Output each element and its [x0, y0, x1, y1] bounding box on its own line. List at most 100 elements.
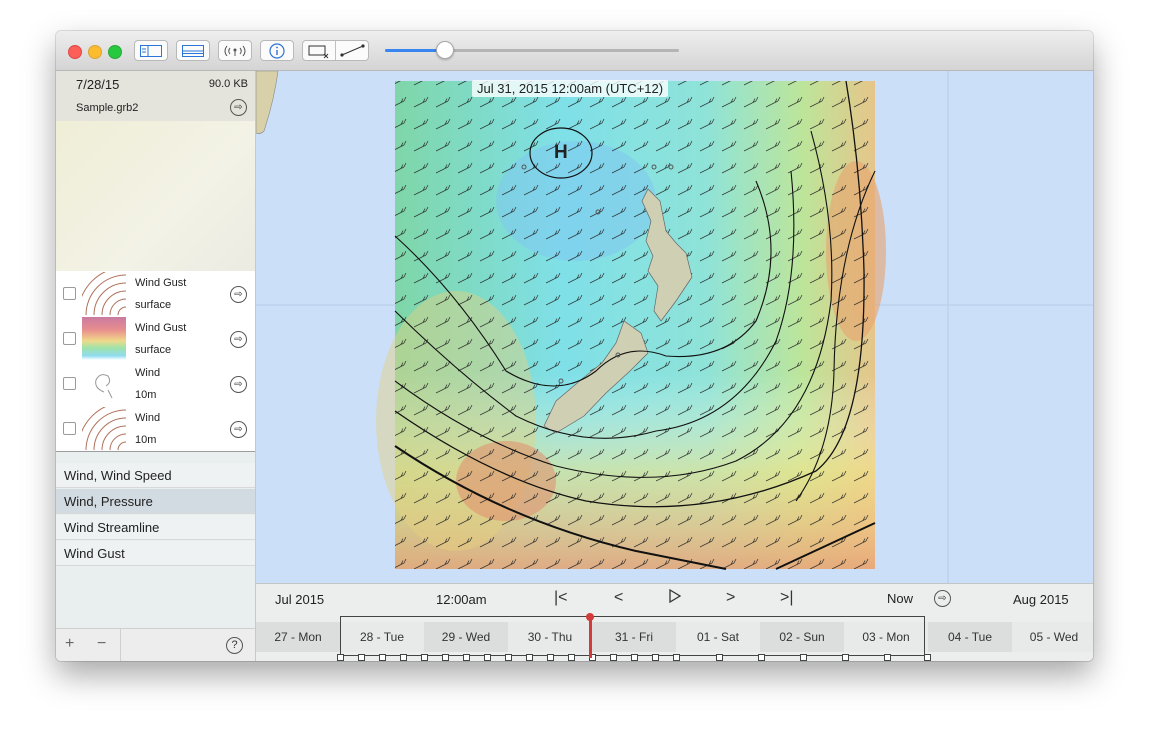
day-cell[interactable]: 04 - Tue [928, 622, 1012, 652]
step-forward-icon[interactable]: > [726, 589, 735, 607]
bottom-panel-toggle-button[interactable] [176, 40, 210, 61]
now-button[interactable]: Now [887, 591, 913, 606]
file-preview [56, 121, 255, 272]
toolbar [56, 31, 1093, 71]
footer-divider [120, 629, 121, 661]
layer-checkbox[interactable] [63, 377, 76, 390]
timestep-tick[interactable] [631, 654, 638, 661]
arrow-right-circle-icon[interactable]: ⇨ [230, 99, 247, 116]
step-back-icon[interactable]: < [614, 589, 623, 607]
day-cell[interactable]: 05 - Wed [1012, 622, 1093, 652]
timeline: Jul 2015 12:00am |< < > >| Now ⇨ Aug 201… [256, 583, 1093, 661]
layer-row[interactable]: Wind Gust surface ⇨ [56, 271, 255, 317]
layer-thumbnail [82, 362, 126, 405]
slider-knob[interactable] [435, 41, 454, 59]
close-window-button[interactable] [68, 45, 82, 59]
timestep-tick[interactable] [800, 654, 807, 661]
timestep-tick[interactable] [463, 654, 470, 661]
layer-name: Wind Gust [135, 322, 187, 334]
timestep-tick[interactable] [505, 654, 512, 661]
timestep-tick[interactable] [421, 654, 428, 661]
skip-to-end-icon[interactable]: >| [780, 589, 794, 607]
preset-item[interactable]: Wind Gust [56, 541, 255, 566]
month-left-label: Jul 2015 [275, 592, 325, 607]
timestep-tick[interactable] [526, 654, 533, 661]
slider-fill [385, 49, 444, 52]
timestep-tick[interactable] [568, 654, 575, 661]
layer-checkbox[interactable] [63, 332, 76, 345]
add-button[interactable]: + [65, 635, 74, 653]
help-button[interactable]: ? [226, 637, 243, 654]
preset-item[interactable]: Wind, Wind Speed [56, 463, 255, 488]
timestep-tick[interactable] [924, 654, 931, 661]
layer-level: 10m [135, 389, 157, 401]
opacity-slider[interactable] [385, 41, 679, 59]
file-date: 7/28/15 [76, 77, 120, 92]
file-header[interactable]: 7/28/15 90.0 KB Sample.grb2 ⇨ [56, 71, 255, 121]
skip-to-start-icon[interactable]: |< [554, 589, 568, 607]
preset-item[interactable]: Wind Streamline [56, 515, 255, 540]
now-arrow-icon[interactable]: ⇨ [934, 590, 951, 607]
region-select-icon [308, 45, 329, 59]
layer-level: 10m [135, 434, 157, 446]
timestep-tick[interactable] [758, 654, 765, 661]
zoom-window-button[interactable] [108, 45, 122, 59]
timestep-tick[interactable] [442, 654, 449, 661]
time-marker-handle[interactable] [586, 613, 594, 621]
layer-row[interactable]: Wind Gust surface ⇨ [56, 316, 255, 362]
bottom-panel-icon [182, 44, 204, 57]
layer-row[interactable]: Wind 10m ⇨ [56, 361, 255, 407]
minimize-window-button[interactable] [88, 45, 102, 59]
layer-level: surface [135, 344, 172, 356]
layer-row[interactable]: Wind 10m ⇨ [56, 406, 255, 452]
broadcast-icon [224, 45, 246, 56]
map-date-label: Jul 31, 2015 12:00am (UTC+12) [472, 80, 669, 97]
layer-thumbnail [82, 317, 126, 360]
layer-level: surface [135, 299, 172, 311]
route-line-button[interactable] [336, 41, 369, 60]
layer-thumbnail [82, 272, 126, 315]
drawing-tools-segmented [302, 40, 369, 61]
arrow-right-circle-icon[interactable]: ⇨ [230, 421, 247, 438]
timestep-tick[interactable] [842, 654, 849, 661]
app-window: 7/28/15 90.0 KB Sample.grb2 ⇨ Wind Gust s… [56, 31, 1093, 661]
info-button[interactable] [260, 40, 294, 61]
timestep-tick[interactable] [358, 654, 365, 661]
info-icon [269, 42, 285, 59]
timestep-tick[interactable] [547, 654, 554, 661]
timestep-tick[interactable] [652, 654, 659, 661]
arrow-right-circle-icon[interactable]: ⇨ [230, 376, 247, 393]
preset-item[interactable]: Wind, Pressure [56, 489, 255, 514]
layer-checkbox[interactable] [63, 287, 76, 300]
arrow-right-circle-icon[interactable]: ⇨ [230, 286, 247, 303]
month-right-label: Aug 2015 [1013, 592, 1069, 607]
divider [56, 451, 255, 452]
timestep-tick[interactable] [379, 654, 386, 661]
sidebar-toggle-button[interactable] [134, 40, 168, 61]
weather-map [256, 71, 1093, 583]
timestep-tick[interactable] [484, 654, 491, 661]
region-select-button[interactable] [302, 41, 336, 60]
layer-thumbnail [82, 407, 126, 450]
data-range-frame [340, 616, 925, 656]
arrow-right-circle-icon[interactable]: ⇨ [230, 331, 247, 348]
route-line-icon [340, 44, 365, 57]
layer-name: Wind [135, 367, 161, 379]
broadcast-button[interactable] [218, 40, 252, 61]
play-icon[interactable] [668, 588, 682, 609]
time-label: 12:00am [436, 592, 487, 607]
sidebar: 7/28/15 90.0 KB Sample.grb2 ⇨ Wind Gust s… [56, 71, 256, 661]
map-view[interactable]: H Jul 31, 2015 12:00am (UTC+12) [256, 71, 1093, 583]
layer-checkbox[interactable] [63, 422, 76, 435]
timestep-tick[interactable] [610, 654, 617, 661]
timestep-tick[interactable] [884, 654, 891, 661]
remove-button[interactable]: − [97, 635, 106, 653]
time-marker[interactable] [589, 616, 592, 658]
file-name: Sample.grb2 [76, 102, 139, 114]
timestep-tick[interactable] [716, 654, 723, 661]
day-cell[interactable]: 27 - Mon [256, 622, 340, 652]
sidebar-footer: + − ? [56, 628, 255, 661]
timestep-tick[interactable] [673, 654, 680, 661]
timestep-tick[interactable] [337, 654, 344, 661]
timestep-tick[interactable] [400, 654, 407, 661]
